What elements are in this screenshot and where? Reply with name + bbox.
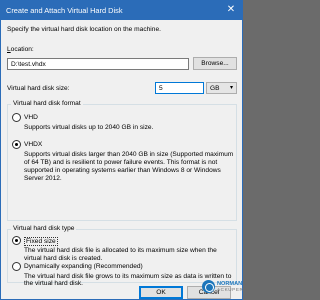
title-bar[interactable]: Create and Attach Virtual Hard Disk ✕	[1, 1, 242, 20]
watermark-icon	[202, 280, 215, 293]
create-attach-vhd-dialog: Create and Attach Virtual Hard Disk ✕ Sp…	[0, 0, 243, 300]
vhdx-label[interactable]: VHDX	[24, 141, 42, 148]
size-input[interactable]: 5	[155, 82, 204, 94]
watermark-logo: NORMAN ACKUPER	[202, 280, 244, 294]
size-unit-value: GB	[210, 85, 220, 92]
location-input[interactable]: D:\test.vhdx	[7, 58, 189, 70]
window-title: Create and Attach Virtual Hard Disk	[6, 6, 123, 15]
fixed-size-radio[interactable]	[12, 236, 21, 245]
vhdx-radio[interactable]	[12, 140, 21, 149]
vhdx-description: Supports virtual disks larger than 2040 …	[24, 151, 234, 182]
watermark-line2: ACKUPER	[217, 287, 244, 292]
location-label: Location:	[7, 46, 34, 53]
vhd-description: Supports virtual disks up to 2040 GB in …	[24, 124, 154, 131]
fixed-size-label[interactable]: Fixed size	[24, 237, 58, 246]
format-group-title: Virtual hard disk format	[11, 100, 83, 107]
size-unit-select[interactable]: GB ▾	[206, 82, 237, 94]
browse-button[interactable]: Browse...	[193, 57, 237, 70]
location-label-mnemonic: L	[7, 46, 11, 53]
size-value: 5	[159, 85, 163, 92]
dynamic-label[interactable]: Dynamically expanding (Recommended)	[24, 263, 143, 270]
dynamic-radio[interactable]	[12, 262, 21, 271]
vhd-label[interactable]: VHD	[24, 114, 38, 121]
fixed-size-description: The virtual hard disk file is allocated …	[24, 247, 217, 262]
size-label: Virtual hard disk size:	[7, 85, 70, 92]
location-value: D:\test.vhdx	[11, 61, 46, 68]
intro-text: Specify the virtual hard disk location o…	[7, 26, 161, 33]
close-icon[interactable]: ✕	[220, 1, 242, 20]
type-group-title: Virtual hard disk type	[11, 225, 77, 232]
ok-button[interactable]: OK	[139, 286, 183, 299]
vhd-radio[interactable]	[12, 113, 21, 122]
chevron-down-icon: ▾	[229, 85, 233, 91]
